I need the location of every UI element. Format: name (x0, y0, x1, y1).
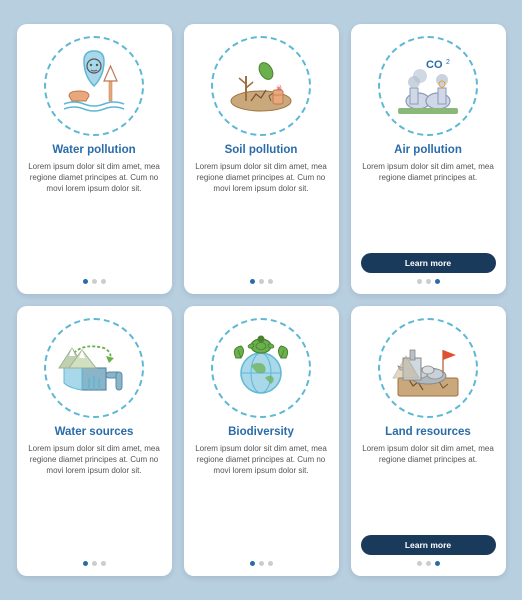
biodiversity-title: Biodiversity (228, 426, 294, 438)
card-water-sources: Water sources Lorem ipsum dolor sit dim a… (17, 306, 172, 576)
soil-pollution-title: Soil pollution (225, 144, 298, 156)
card-land-resources: Land resources Lorem ipsum dolor sit dim … (351, 306, 506, 576)
soil-pollution-dot-2[interactable] (268, 279, 273, 284)
biodiversity-dot-0[interactable] (250, 561, 255, 566)
air-pollution-dot-2[interactable] (435, 279, 440, 284)
water-pollution-dot-1[interactable] (92, 279, 97, 284)
water-pollution-text: Lorem ipsum dolor sit dim amet, mea regi… (27, 161, 162, 273)
card-soil-pollution: ☠ Soil pollution Lorem ipsum dolor sit di… (184, 24, 339, 294)
soil-pollution-dot-1[interactable] (259, 279, 264, 284)
water-sources-dot-2[interactable] (101, 561, 106, 566)
air-pollution-dot-0[interactable] (417, 279, 422, 284)
biodiversity-dot-1[interactable] (259, 561, 264, 566)
land-resources-text: Lorem ipsum dolor sit dim amet, mea regi… (361, 443, 496, 529)
air-pollution-title: Air pollution (394, 144, 462, 156)
land-resources-dot-2[interactable] (435, 561, 440, 566)
land-resources-learn-more-button[interactable]: Learn more (361, 535, 496, 555)
soil-pollution-illustration: ☠ (211, 36, 311, 136)
water-pollution-dots (83, 279, 106, 284)
water-sources-title: Water sources (55, 426, 134, 438)
land-resources-dots (417, 561, 440, 566)
air-pollution-illustration: CO 2 (378, 36, 478, 136)
land-resources-dot-1[interactable] (426, 561, 431, 566)
cards-grid: Water pollution Lorem ipsum dolor sit dim… (1, 8, 522, 592)
water-sources-dots (83, 561, 106, 566)
land-resources-illustration (378, 318, 478, 418)
water-sources-illustration (44, 318, 144, 418)
water-pollution-dot-0[interactable] (83, 279, 88, 284)
air-pollution-dots (417, 279, 440, 284)
water-pollution-title: Water pollution (52, 144, 135, 156)
water-pollution-illustration (44, 36, 144, 136)
card-water-pollution: Water pollution Lorem ipsum dolor sit dim… (17, 24, 172, 294)
biodiversity-dots (250, 561, 273, 566)
air-pollution-learn-more-button[interactable]: Learn more (361, 253, 496, 273)
card-biodiversity: Biodiversity Lorem ipsum dolor sit dim am… (184, 306, 339, 576)
air-pollution-text: Lorem ipsum dolor sit dim amet, mea regi… (361, 161, 496, 247)
land-resources-dot-0[interactable] (417, 561, 422, 566)
svg-text:☠: ☠ (276, 84, 282, 92)
soil-pollution-dots (250, 279, 273, 284)
water-sources-dot-1[interactable] (92, 561, 97, 566)
air-pollution-dot-1[interactable] (426, 279, 431, 284)
card-air-pollution: CO 2 Air pollution Lorem ipsum dolor sit … (351, 24, 506, 294)
svg-text:2: 2 (446, 59, 450, 66)
soil-pollution-text: Lorem ipsum dolor sit dim amet, mea regi… (194, 161, 329, 273)
soil-pollution-dot-0[interactable] (250, 279, 255, 284)
land-resources-title: Land resources (385, 426, 471, 438)
water-sources-text: Lorem ipsum dolor sit dim amet, mea regi… (27, 443, 162, 555)
water-sources-dot-0[interactable] (83, 561, 88, 566)
water-pollution-dot-2[interactable] (101, 279, 106, 284)
biodiversity-illustration (211, 318, 311, 418)
biodiversity-dot-2[interactable] (268, 561, 273, 566)
svg-text:CO: CO (426, 59, 443, 71)
biodiversity-text: Lorem ipsum dolor sit dim amet, mea regi… (194, 443, 329, 555)
